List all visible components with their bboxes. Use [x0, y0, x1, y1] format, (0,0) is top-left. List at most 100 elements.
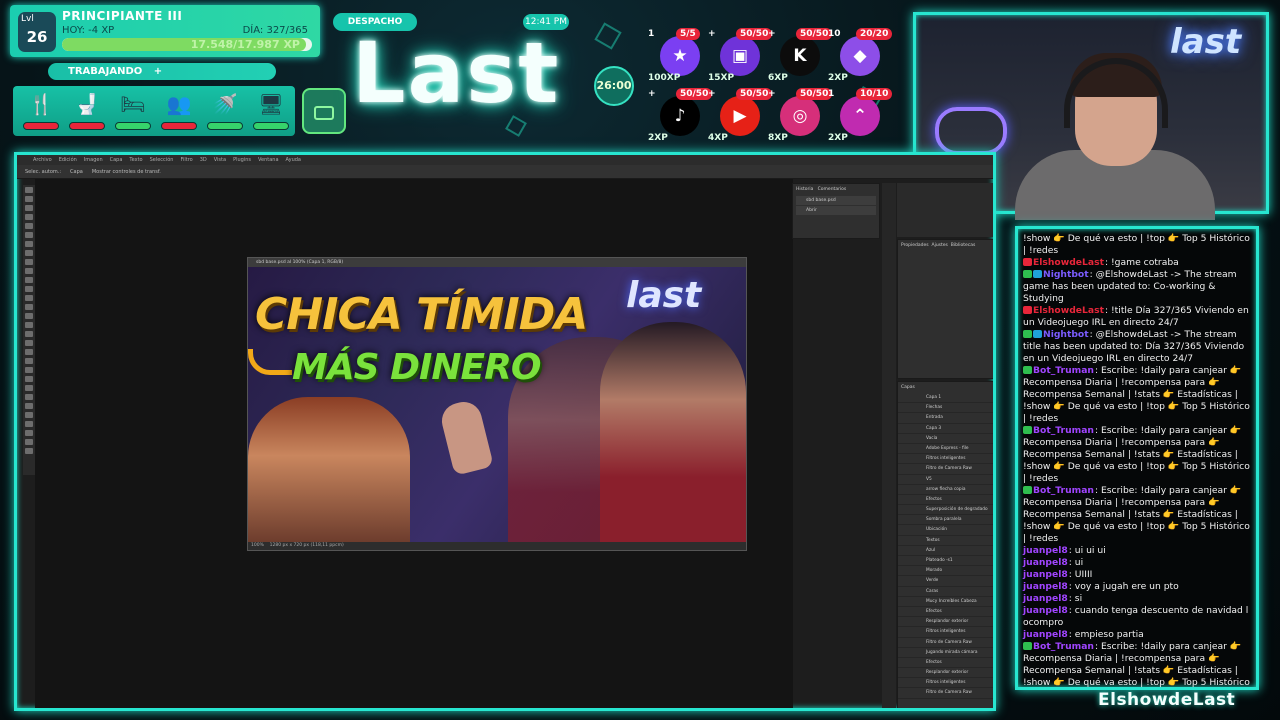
chat-username[interactable]: Nightbot [1043, 329, 1089, 340]
layer-list[interactable]: Capa 1 Flechas Entrada Capa 3 Vacía Adobe Exp… [898, 393, 993, 699]
ps-color-panel[interactable] [897, 183, 993, 237]
menu-item[interactable]: 3D [200, 157, 207, 163]
tool-icon[interactable] [25, 421, 33, 427]
layer-row[interactable]: Efectos [898, 658, 993, 669]
layer-row[interactable]: Filtros inteligentes [898, 678, 993, 689]
menu-item[interactable]: Imagen [84, 157, 103, 163]
tool-icon[interactable] [25, 268, 33, 274]
option-item[interactable]: Capa [70, 169, 83, 175]
layer-row[interactable]: arrow flecha copia [898, 485, 993, 495]
layers-panel[interactable]: Capas Capa 1 Flechas Entrada Capa 3 Vacía Ado… [897, 381, 993, 708]
tool-icon[interactable] [25, 394, 33, 400]
tool-icon[interactable] [25, 196, 33, 202]
reward-item[interactable]: ▶ +50/50 4XP [708, 88, 773, 148]
tool-icon[interactable] [25, 241, 33, 247]
chat-panel[interactable]: !show 👉 De qué va esto | !top 👉 Top 5 Hi… [1015, 226, 1259, 690]
tool-icon[interactable] [25, 286, 33, 292]
layer-row[interactable]: Jugando mirada cámara [898, 648, 993, 658]
reward-item[interactable]: ★ 1 5/5 100XP [648, 28, 708, 88]
tab-properties[interactable]: Propiedades [901, 243, 929, 248]
chat-username[interactable]: Nightbot [1043, 269, 1089, 280]
tool-icon[interactable] [25, 412, 33, 418]
menu-item[interactable]: Vista [214, 157, 226, 163]
tool-icon[interactable] [25, 385, 33, 391]
tool-icon[interactable] [25, 358, 33, 364]
history-item[interactable]: Abrir [796, 206, 876, 215]
chat-username[interactable]: juanpel8 [1023, 569, 1068, 580]
tool-icon[interactable] [25, 322, 33, 328]
layer-row[interactable]: Filtros inteligentes [898, 627, 993, 638]
reward-item[interactable]: ⌃ 1 10/10 2XP [828, 88, 893, 148]
chat-username[interactable]: Bot_Truman [1033, 365, 1094, 376]
layer-row[interactable]: Ubicación [898, 525, 993, 536]
chat-username[interactable]: juanpel8 [1023, 557, 1068, 568]
tool-icon[interactable] [25, 340, 33, 346]
reward-item[interactable]: K +50/50 6XP [768, 28, 833, 88]
tool-icon[interactable] [25, 403, 33, 409]
tool-icon[interactable] [25, 304, 33, 310]
menu-item[interactable]: Selección [150, 157, 174, 163]
chat-username[interactable]: Bot_Truman [1033, 641, 1094, 652]
tool-icon[interactable] [25, 277, 33, 283]
tab-adjustments[interactable]: Ajustes [931, 243, 947, 248]
option-item[interactable]: Selec. autom.: [25, 169, 61, 175]
chat-username[interactable]: juanpel8 [1023, 605, 1068, 616]
menu-item[interactable]: Texto [129, 157, 142, 163]
menu-item[interactable]: Filtro [180, 157, 192, 163]
layer-row[interactable]: Caras [898, 587, 993, 597]
layer-row[interactable]: Plateado -s1 [898, 556, 993, 567]
tab-layers[interactable]: Capas [898, 382, 993, 393]
chat-username[interactable]: juanpel8 [1023, 581, 1068, 592]
layer-row[interactable]: Efectos [898, 495, 993, 506]
menu-item[interactable]: Ayuda [286, 157, 301, 163]
layer-row[interactable]: Resplandor exterior [898, 668, 993, 679]
tool-icon[interactable] [25, 376, 33, 382]
properties-panel[interactable]: Propiedades Ajustes Bibliotecas [897, 239, 993, 379]
layer-row[interactable]: Capa 3 [898, 424, 993, 434]
tool-icon[interactable] [25, 313, 33, 319]
layer-row[interactable]: Verde [898, 576, 993, 587]
chat-username[interactable]: ElshowdeLast [1033, 305, 1104, 316]
tool-icon[interactable] [25, 367, 33, 373]
tool-icon[interactable] [25, 205, 33, 211]
layer-row[interactable]: Morado [898, 566, 993, 577]
layer-row[interactable]: Flechas [898, 403, 993, 414]
tab-comments[interactable]: Comentarios [818, 187, 847, 192]
layer-row[interactable]: Resplandor exterior [898, 617, 993, 628]
tool-icon[interactable] [25, 349, 33, 355]
tool-icon[interactable] [25, 439, 33, 445]
document-window[interactable]: sbd base.psd al 100% (Capa 1, RGB/8) las… [247, 257, 747, 551]
layer-row[interactable]: Sombra paralela [898, 515, 993, 526]
ps-panel-strip[interactable] [882, 183, 896, 708]
tab-libraries[interactable]: Bibliotecas [951, 243, 976, 248]
chat-username[interactable]: juanpel8 [1023, 629, 1068, 640]
tool-icon[interactable] [25, 223, 33, 229]
reward-item[interactable]: ▣ +50/50 15XP [708, 28, 773, 88]
tool-icon[interactable] [25, 331, 33, 337]
tool-icon[interactable] [25, 295, 33, 301]
layer-row[interactable]: Capa 1 [898, 393, 993, 404]
layer-row[interactable]: Entrada [898, 413, 993, 424]
tool-icon[interactable] [25, 259, 33, 265]
layer-row[interactable]: Efectos [898, 607, 993, 618]
menu-item[interactable]: Plugins [233, 157, 251, 163]
tool-icon[interactable] [25, 214, 33, 220]
reward-item[interactable]: ♪ +50/50 2XP [648, 88, 713, 148]
ps-toolbar[interactable] [23, 185, 35, 475]
tool-icon[interactable] [25, 232, 33, 238]
reward-item[interactable]: ◆ 10 20/20 2XP [828, 28, 893, 88]
layer-row[interactable]: V5 [898, 475, 993, 485]
history-item[interactable]: sbd base.psd [796, 196, 876, 205]
layer-row[interactable]: Filtro de Camera Raw [898, 688, 993, 699]
layer-row[interactable]: Azul [898, 546, 993, 556]
properties-tabs[interactable]: Propiedades Ajustes Bibliotecas [898, 240, 993, 251]
layer-row[interactable]: Textos [898, 536, 993, 546]
tool-icon[interactable] [25, 187, 33, 193]
layer-row[interactable]: Vacía [898, 434, 993, 444]
chat-username[interactable]: juanpel8 [1023, 545, 1068, 556]
layer-row[interactable]: Superposición de degradado [898, 505, 993, 516]
option-item[interactable]: Mostrar controles de transf. [92, 169, 161, 175]
menu-item[interactable]: Ventana [258, 157, 279, 163]
menu-item[interactable]: Edición [59, 157, 77, 163]
menu-item[interactable]: Archivo [33, 157, 52, 163]
